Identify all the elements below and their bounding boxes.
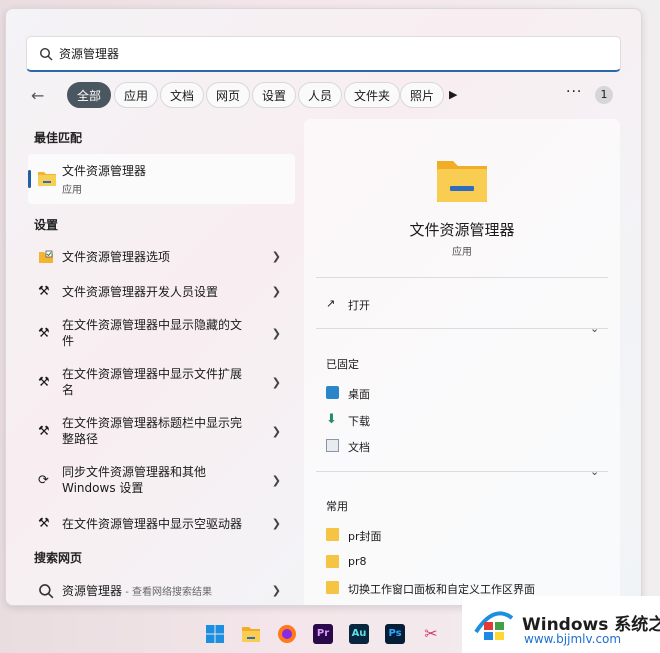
- settings-item[interactable]: ⚒ 在文件资源管理器中显示隐藏的文件 ❯: [28, 317, 295, 351]
- divider: [316, 328, 608, 329]
- best-match-item[interactable]: 文件资源管理器 应用: [28, 154, 295, 204]
- scroll-filters-icon[interactable]: ▶: [449, 88, 457, 101]
- recent-item-label: 切换工作窗口面板和自定义工作区界面: [348, 583, 535, 596]
- settings-item-label: 同步文件资源管理器和其他 Windows 设置: [62, 465, 207, 495]
- web-search-query: 资源管理器: [62, 584, 123, 598]
- more-options-button[interactable]: ···: [566, 84, 582, 100]
- start-search-panel: 资源管理器 ← 全部 应用 文档 网页 设置 人员 文件夹 照片 ▶ ··· 1…: [5, 8, 642, 606]
- filter-all[interactable]: 全部: [67, 82, 112, 108]
- chevron-right-icon: ❯: [271, 376, 281, 389]
- firefox-icon[interactable]: [277, 624, 297, 644]
- tools-icon: ⚒: [38, 284, 50, 299]
- filter-folders[interactable]: 文件夹: [344, 82, 401, 108]
- recent-item[interactable]: 切换工作窗口面板和自定义工作区界面: [326, 581, 586, 597]
- file-explorer-icon: [38, 172, 56, 186]
- settings-item-label: 在文件资源管理器标题栏中显示完整路径: [62, 416, 243, 446]
- search-icon: [39, 584, 54, 599]
- settings-item[interactable]: ⟳ 同步文件资源管理器和其他 Windows 设置 ❯: [28, 464, 295, 498]
- tools-icon: ⚒: [38, 424, 50, 439]
- filter-people[interactable]: 人员: [298, 82, 343, 108]
- chevron-right-icon: ❯: [271, 517, 281, 530]
- settings-item[interactable]: 文件资源管理器选项 ❯: [28, 247, 295, 267]
- chevron-right-icon: ❯: [271, 584, 281, 597]
- filter-web[interactable]: 网页: [206, 82, 251, 108]
- sync-icon: ⟳: [38, 473, 49, 488]
- web-search-suffix: - 查看网络搜索结果: [122, 587, 212, 598]
- folder-icon: [326, 581, 339, 594]
- rewards-badge[interactable]: 1: [595, 86, 613, 104]
- watermark-url: www.bjjmlv.com: [524, 632, 622, 646]
- preview-subtitle: 应用: [452, 247, 472, 258]
- divider: [316, 471, 608, 472]
- pinned-item-label: 桌面: [348, 388, 370, 401]
- web-search-item[interactable]: 资源管理器 - 查看网络搜索结果 ❯: [28, 581, 295, 601]
- best-match-header: 最佳匹配: [34, 131, 83, 145]
- file-explorer-large-icon: [437, 161, 487, 202]
- best-match-subtitle: 应用: [62, 185, 82, 196]
- divider: [316, 277, 608, 278]
- chevron-right-icon: ❯: [271, 425, 281, 438]
- snipping-tool-icon[interactable]: ✂: [421, 624, 441, 644]
- settings-item-label: 文件资源管理器选项: [62, 250, 171, 264]
- filter-documents[interactable]: 文档: [160, 82, 205, 108]
- recent-item-label: pr封面: [348, 530, 382, 543]
- download-icon: ⬇: [326, 412, 337, 427]
- watermark-logo-icon: [474, 611, 514, 640]
- document-icon: [326, 439, 339, 452]
- filter-bar: ← 全部 应用 文档 网页 设置 人员 文件夹 照片 ▶ ··· 1: [31, 82, 631, 110]
- pinned-item-downloads[interactable]: ⬇ 下载: [326, 413, 586, 429]
- open-label: 打开: [348, 299, 370, 312]
- preview-title: 文件资源管理器: [409, 221, 515, 239]
- filter-apps[interactable]: 应用: [114, 82, 159, 108]
- best-match-title: 文件资源管理器: [62, 164, 147, 178]
- chevron-right-icon: ❯: [271, 285, 281, 298]
- chevron-right-icon: ❯: [271, 327, 281, 340]
- filter-settings[interactable]: 设置: [252, 82, 297, 108]
- pinned-item-label: 下载: [348, 415, 370, 428]
- desktop-icon: [326, 386, 339, 399]
- selection-indicator: [28, 170, 31, 188]
- pinned-item-label: 文档: [348, 441, 370, 454]
- tools-icon: ⚒: [38, 516, 50, 531]
- recent-item[interactable]: pr封面: [326, 528, 586, 544]
- file-explorer-icon[interactable]: [241, 624, 261, 644]
- pinned-item-documents[interactable]: 文档: [326, 439, 586, 455]
- recent-item[interactable]: pr8: [326, 555, 586, 571]
- folder-options-icon: [39, 250, 53, 263]
- settings-item[interactable]: ⚒ 在文件资源管理器中显示空驱动器 ❯: [28, 514, 295, 534]
- web-search-header: 搜索网页: [34, 551, 83, 565]
- settings-item-label: 在文件资源管理器中显示隐藏的文件: [62, 318, 243, 348]
- windows-start-icon[interactable]: [205, 624, 225, 644]
- premiere-icon[interactable]: Pr: [313, 624, 333, 644]
- preview-pane: 文件资源管理器 应用 ↗ 打开 ⌄ 已固定 桌面 ⬇ 下载 文档 ⌄ 常用 pr…: [304, 119, 620, 605]
- settings-item-label: 在文件资源管理器中显示空驱动器: [62, 517, 243, 531]
- search-icon: [39, 47, 53, 61]
- search-box[interactable]: 资源管理器: [26, 36, 621, 72]
- chevron-right-icon: ❯: [271, 250, 281, 263]
- settings-item[interactable]: ⚒ 在文件资源管理器中显示文件扩展名 ❯: [28, 366, 295, 400]
- photoshop-icon[interactable]: Ps: [385, 624, 405, 644]
- chevron-right-icon: ❯: [271, 474, 281, 487]
- folder-icon: [326, 555, 339, 568]
- search-input[interactable]: 资源管理器: [59, 45, 119, 62]
- back-arrow-icon[interactable]: ←: [31, 86, 51, 106]
- settings-item[interactable]: ⚒ 文件资源管理器开发人员设置 ❯: [28, 282, 295, 302]
- audition-icon[interactable]: Au: [349, 624, 369, 644]
- open-action[interactable]: ↗ 打开: [326, 297, 586, 313]
- tools-icon: ⚒: [38, 375, 50, 390]
- folder-icon: [326, 528, 339, 541]
- pinned-header: 已固定: [326, 358, 359, 371]
- tools-icon: ⚒: [38, 326, 50, 341]
- filter-photos[interactable]: 照片: [400, 82, 445, 108]
- settings-item[interactable]: ⚒ 在文件资源管理器标题栏中显示完整路径 ❯: [28, 415, 295, 449]
- recent-header: 常用: [326, 500, 348, 513]
- settings-item-label: 在文件资源管理器中显示文件扩展名: [62, 367, 243, 397]
- recent-item-label: pr8: [348, 555, 367, 568]
- pinned-item-desktop[interactable]: 桌面: [326, 386, 586, 402]
- open-external-icon: ↗: [326, 297, 336, 310]
- watermark: Windows 系统之家 www.bjjmlv.com: [462, 596, 660, 653]
- settings-item-label: 文件资源管理器开发人员设置: [62, 285, 219, 299]
- settings-header: 设置: [34, 218, 59, 232]
